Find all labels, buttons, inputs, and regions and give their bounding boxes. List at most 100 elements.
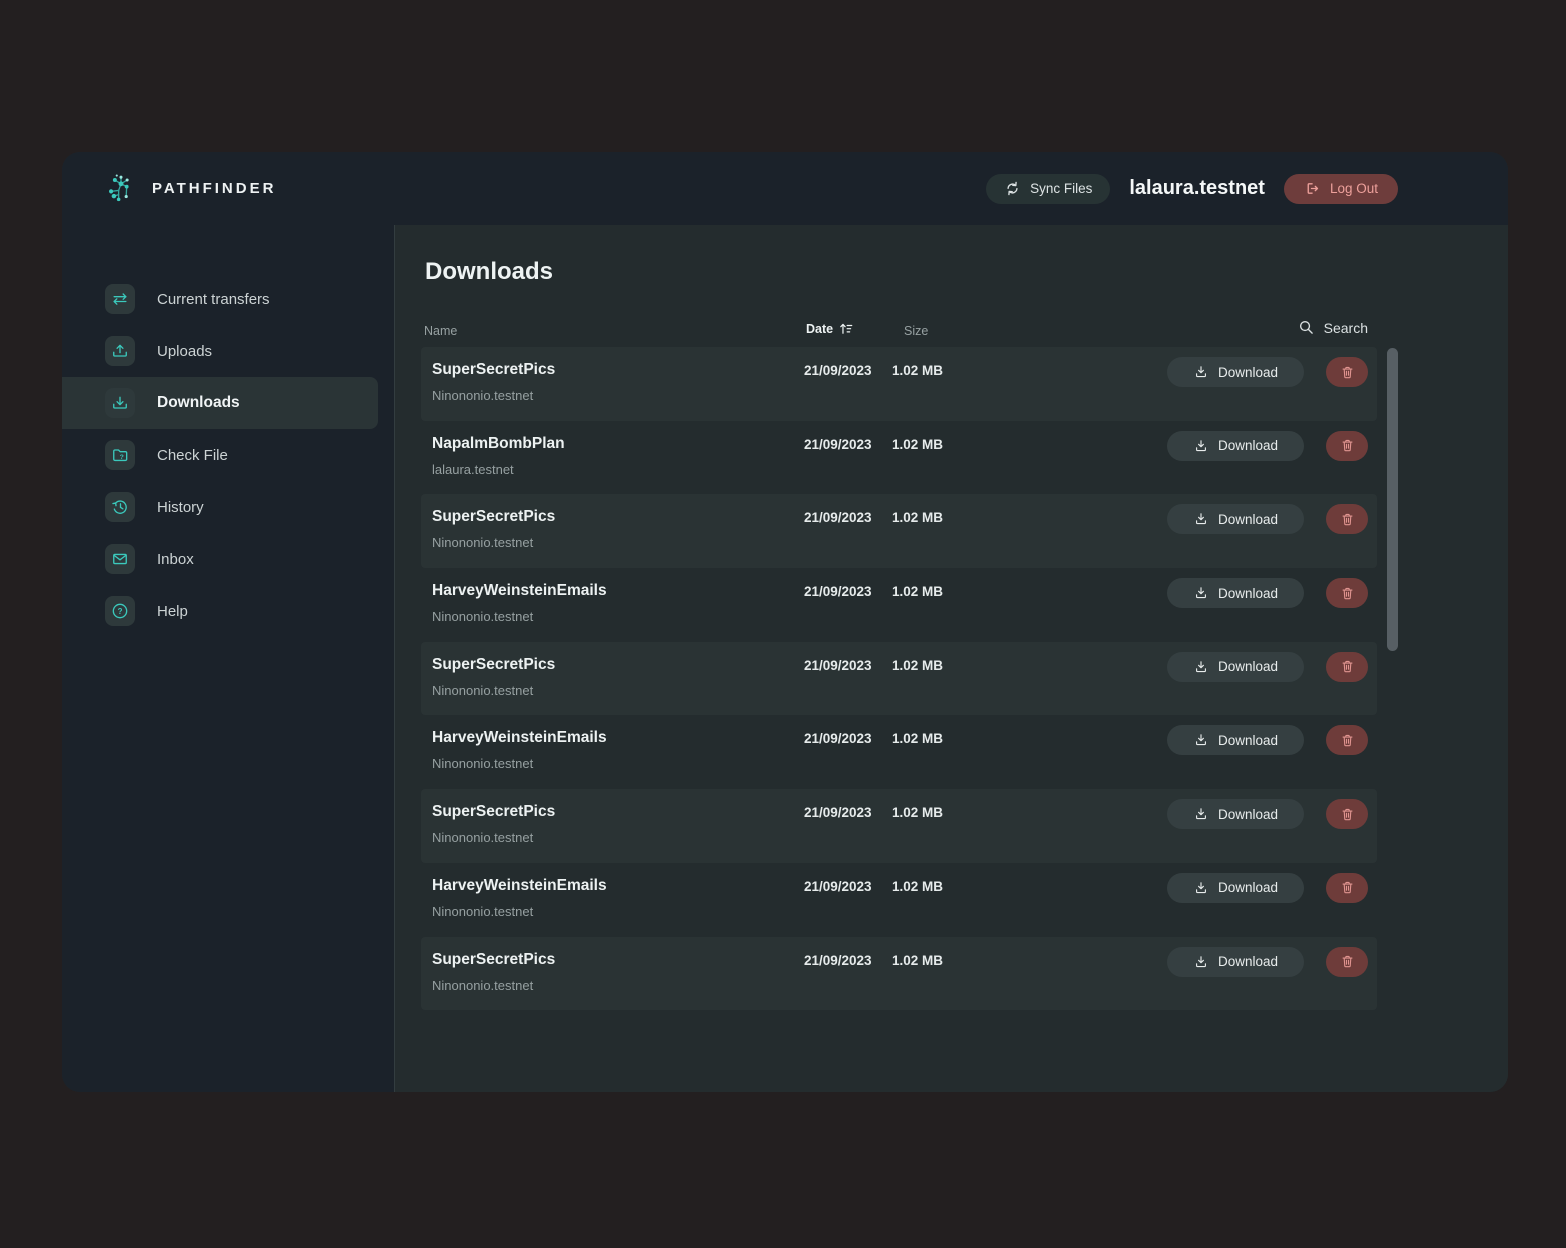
file-name: HarveyWeinsteinEmails — [432, 876, 607, 894]
download-button[interactable]: Download — [1167, 799, 1304, 830]
file-name: SuperSecretPics — [432, 803, 556, 821]
download-button[interactable]: Download — [1167, 357, 1304, 387]
delete-button[interactable] — [1326, 504, 1368, 535]
sidebar-item-current-transfers[interactable]: Current transfers — [62, 273, 378, 325]
main-content: Downloads Name Date Size Search SuperSec… — [394, 225, 1508, 1092]
delete-button[interactable] — [1326, 578, 1368, 609]
trash-icon — [1339, 806, 1356, 823]
delete-button[interactable] — [1326, 799, 1368, 830]
table-row: HarveyWeinsteinEmails Ninononio.testnet … — [421, 863, 1377, 937]
sync-files-label: Sync Files — [1030, 181, 1093, 196]
search-icon — [1298, 319, 1315, 336]
logout-button[interactable]: Log Out — [1283, 173, 1398, 204]
trash-icon — [1339, 511, 1356, 528]
pathfinder-logo-icon — [104, 172, 138, 206]
delete-button[interactable] — [1326, 430, 1368, 461]
sidebar-item-uploads[interactable]: Uploads — [62, 325, 378, 377]
sidebar-item-check-file[interactable]: ? Check File — [62, 429, 378, 481]
file-name: SuperSecretPics — [432, 361, 556, 378]
download-button[interactable]: Download — [1167, 504, 1304, 535]
help-icon: ? — [105, 596, 135, 626]
upload-icon — [105, 336, 135, 366]
file-date: 21/09/2023 — [804, 878, 872, 894]
transfers-icon — [105, 284, 135, 314]
file-name: SuperSecretPics — [432, 655, 556, 673]
sidebar-item-label: Downloads — [157, 394, 240, 411]
download-button[interactable]: Download — [1167, 651, 1304, 682]
file-date: 21/09/2023 — [804, 731, 872, 747]
delete-button[interactable] — [1326, 651, 1368, 682]
trash-icon — [1339, 585, 1356, 602]
file-size: 1.02 MB — [892, 731, 944, 747]
download-button-label: Download — [1217, 659, 1279, 675]
delete-button[interactable] — [1326, 725, 1368, 756]
folder-question-icon: ? — [105, 440, 135, 470]
trash-icon — [1339, 732, 1356, 749]
search-label: Search — [1323, 319, 1368, 336]
download-icon — [1193, 659, 1209, 675]
table-row: SuperSecretPics Ninononio.testnet 21/09/… — [421, 494, 1377, 569]
download-icon — [105, 388, 135, 418]
file-size: 1.02 MB — [892, 952, 944, 968]
download-button-label: Download — [1217, 511, 1279, 527]
delete-button[interactable] — [1326, 357, 1368, 387]
download-icon — [1193, 438, 1209, 454]
trash-icon — [1339, 364, 1356, 381]
download-icon — [1193, 511, 1209, 527]
download-button[interactable]: Download — [1167, 430, 1304, 461]
file-name: SuperSecretPics — [432, 508, 556, 526]
search-control[interactable]: Search — [1298, 319, 1368, 336]
app-title: PATHFINDER — [152, 180, 277, 197]
file-date: 21/09/2023 — [804, 805, 872, 821]
sidebar-item-downloads[interactable]: Downloads — [62, 377, 378, 429]
sidebar-item-inbox[interactable]: Inbox — [62, 533, 378, 585]
column-header-name: Name — [424, 324, 458, 338]
download-button[interactable]: Download — [1167, 946, 1304, 977]
delete-button[interactable] — [1326, 946, 1368, 977]
logout-label: Log Out — [1329, 181, 1378, 196]
download-icon — [1193, 954, 1209, 970]
file-size: 1.02 MB — [892, 878, 944, 894]
trash-icon — [1339, 953, 1356, 970]
sidebar-item-label: History — [157, 498, 204, 516]
download-button[interactable]: Download — [1167, 578, 1304, 609]
sidebar-item-history[interactable]: History — [62, 481, 378, 533]
file-name: HarveyWeinsteinEmails — [432, 582, 607, 600]
sidebar-item-help[interactable]: ? Help — [62, 585, 378, 637]
download-button-label: Download — [1217, 438, 1279, 454]
sidebar: Current transfers Uploads Downloads ? Ch… — [62, 225, 394, 1092]
download-button-label: Download — [1217, 364, 1279, 380]
svg-text:?: ? — [120, 454, 124, 461]
scrollbar-thumb[interactable] — [1387, 348, 1398, 651]
file-owner: Ninononio.testnet — [432, 388, 534, 403]
sidebar-item-label: Current transfers — [157, 290, 270, 308]
downloads-list: SuperSecretPics Ninononio.testnet 21/09/… — [421, 347, 1377, 1011]
trash-icon — [1339, 437, 1356, 454]
envelope-icon — [105, 544, 135, 574]
logout-icon — [1304, 180, 1321, 197]
download-button[interactable]: Download — [1167, 872, 1304, 903]
column-header-date-label: Date — [806, 321, 834, 336]
file-size: 1.02 MB — [892, 510, 944, 526]
column-header-date[interactable]: Date — [806, 321, 853, 336]
sync-files-button[interactable]: Sync Files — [986, 173, 1111, 204]
download-button[interactable]: Download — [1167, 725, 1304, 756]
delete-button[interactable] — [1326, 872, 1368, 903]
file-date: 21/09/2023 — [804, 436, 872, 452]
file-size: 1.02 MB — [892, 436, 944, 452]
brand: PATHFINDER — [104, 172, 276, 206]
download-button-label: Download — [1217, 732, 1279, 748]
file-owner: Ninononio.testnet — [432, 903, 534, 919]
file-size: 1.02 MB — [892, 363, 944, 378]
page-title: Downloads — [425, 258, 554, 285]
download-button-label: Download — [1217, 585, 1279, 601]
sidebar-item-label: Help — [157, 602, 188, 620]
file-owner: Ninononio.testnet — [432, 535, 534, 551]
table-row: NapalmBombPlan lalaura.testnet 21/09/202… — [421, 421, 1377, 495]
download-icon — [1193, 364, 1209, 380]
file-date: 21/09/2023 — [804, 584, 872, 600]
file-date: 21/09/2023 — [804, 657, 872, 673]
trash-icon — [1339, 879, 1356, 896]
sort-ascending-icon — [838, 321, 853, 336]
sync-icon — [1004, 180, 1021, 197]
